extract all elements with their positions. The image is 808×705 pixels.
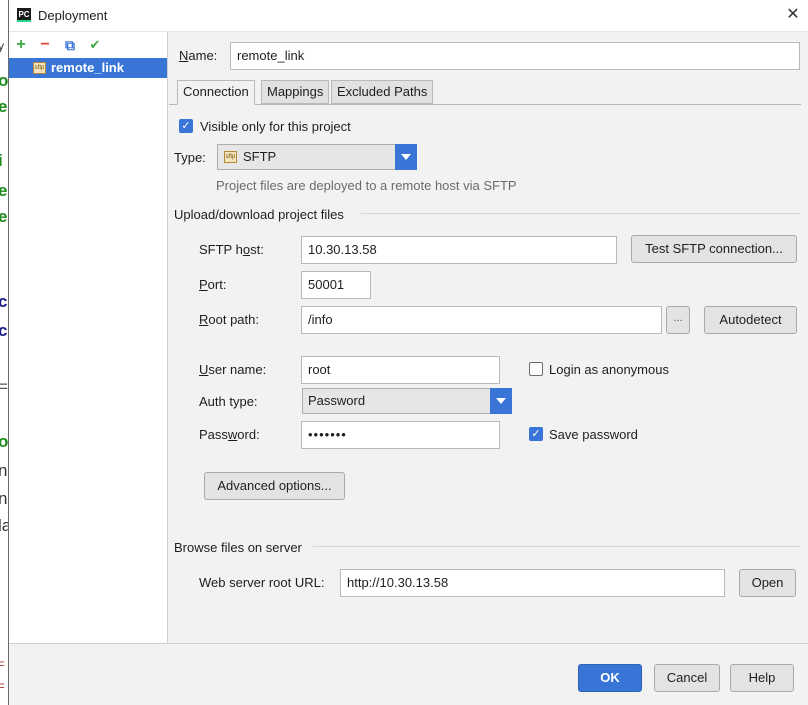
login-anonymous-label: Login as anonymous [549, 362, 669, 377]
name-label: Name: [179, 48, 218, 63]
password-label: Password: [199, 427, 260, 442]
save-password-checkbox[interactable]: ✓ [529, 427, 543, 441]
remove-server-icon[interactable]: − [37, 37, 53, 53]
help-button[interactable]: Help [730, 664, 794, 692]
window-title: Deployment [38, 8, 108, 23]
advanced-options-button[interactable]: Advanced options... [204, 472, 345, 500]
auth-type-value: Password [308, 393, 366, 408]
name-label-rest: ame: [188, 48, 218, 63]
close-icon[interactable]: ✕ [783, 5, 803, 25]
browse-section-divider [313, 546, 801, 547]
sftp-type-icon: sftp [224, 151, 237, 163]
visible-only-checkbox[interactable]: ✓ [179, 119, 193, 133]
chevron-down-icon[interactable] [395, 144, 417, 170]
pycharm-app-icon: PC [17, 8, 31, 22]
sftp-server-icon: sftp [33, 62, 46, 74]
web-root-url-field[interactable]: http://10.30.13.58 [340, 569, 725, 597]
deployment-dialog: PC Deployment ✕ + − ⧉ ✔ sftp remote_link… [8, 0, 808, 705]
save-password-label: Save password [549, 427, 638, 442]
server-item-label: remote_link [51, 60, 124, 75]
autodetect-button[interactable]: Autodetect [704, 306, 797, 334]
title-bar: PC Deployment ✕ [9, 0, 808, 32]
port-label: Port: [199, 277, 227, 292]
tab-connection[interactable]: Connection [177, 80, 255, 105]
open-button[interactable]: Open [739, 569, 796, 597]
tab-excluded-paths[interactable]: Excluded Paths [331, 80, 434, 104]
upload-section-divider [361, 213, 801, 214]
auth-type-label: Auth type: [199, 394, 258, 409]
login-anonymous-checkbox[interactable] [529, 362, 543, 376]
tab-mappings[interactable]: Mappings [261, 80, 330, 104]
sftp-host-label: SFTP host: [199, 242, 264, 257]
sftp-host-field[interactable]: 10.30.13.58 [301, 236, 617, 264]
cancel-button[interactable]: Cancel [654, 664, 720, 692]
upload-section-title: Upload/download project files [174, 207, 344, 222]
type-label: Type: [174, 150, 206, 165]
name-field[interactable]: remote_link [230, 42, 800, 70]
port-field[interactable]: 50001 [301, 271, 371, 299]
root-path-field[interactable]: /info [301, 306, 662, 334]
tab-strip-line [169, 104, 801, 105]
browse-section-title: Browse files on server [174, 540, 302, 555]
test-sftp-connection-button[interactable]: Test SFTP connection... [631, 235, 797, 263]
root-path-browse-button[interactable]: ... [666, 306, 690, 334]
web-root-url-label: Web server root URL: [199, 575, 325, 590]
root-path-label: Root path: [199, 312, 259, 327]
user-name-field[interactable]: root [301, 356, 500, 384]
footer-divider [9, 643, 808, 644]
visible-only-label: Visible only for this project [200, 119, 351, 134]
chevron-down-icon[interactable] [490, 388, 512, 414]
auth-type-combobox[interactable]: Password [302, 388, 512, 414]
type-value: SFTP [243, 149, 277, 164]
copy-server-icon[interactable]: ⧉ [62, 37, 78, 53]
password-field[interactable]: ••••••• [301, 421, 500, 449]
server-list-panel: + − ⧉ ✔ sftp remote_link [9, 32, 168, 643]
server-list-item[interactable]: sftp remote_link [9, 58, 167, 78]
ok-button[interactable]: OK [578, 664, 642, 692]
type-description: Project files are deployed to a remote h… [216, 178, 517, 193]
set-default-icon[interactable]: ✔ [87, 37, 103, 53]
add-server-icon[interactable]: + [13, 37, 29, 53]
type-combobox[interactable]: sftp SFTP [217, 144, 417, 170]
user-name-label: User name: [199, 362, 267, 377]
